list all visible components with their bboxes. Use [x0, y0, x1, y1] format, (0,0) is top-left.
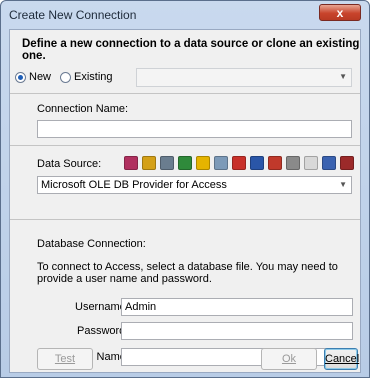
olap-icon[interactable]: [196, 156, 210, 170]
data-source-section: Data Source: Microsoft OLE DB Provider f…: [10, 146, 360, 220]
chevron-down-icon: ▼: [339, 72, 347, 81]
existing-radio[interactable]: [60, 72, 71, 83]
connection-name-section: Connection Name:: [10, 94, 360, 146]
data-source-selected: Microsoft OLE DB Provider for Access: [41, 179, 227, 191]
define-section: Define a new connection to a data source…: [10, 30, 360, 94]
ok-button-label: Ok: [281, 353, 297, 365]
close-button[interactable]: x: [319, 4, 361, 21]
existing-label[interactable]: Existing: [74, 71, 113, 83]
button-bar: Test Ok Cancel: [10, 348, 360, 374]
username-input[interactable]: Admin: [121, 298, 353, 316]
sybase-icon[interactable]: [268, 156, 282, 170]
database-connection-section: Database Connection: To connect to Acces…: [10, 220, 360, 366]
xls-icon[interactable]: [142, 156, 156, 170]
test-button[interactable]: Test: [37, 348, 93, 370]
data-source-label: Data Source:: [37, 158, 102, 170]
test-button-label: Test: [54, 353, 76, 365]
ok-button[interactable]: Ok: [261, 348, 317, 370]
new-radio[interactable]: [15, 72, 26, 83]
access-icon[interactable]: [124, 156, 138, 170]
username-value: Admin: [125, 301, 157, 313]
chevron-down-icon: ▼: [339, 180, 347, 189]
existing-connection-select[interactable]: ▼: [136, 68, 352, 87]
web-icon[interactable]: [340, 156, 354, 170]
cancel-button-label: Cancel: [325, 353, 360, 365]
xml-icon[interactable]: [322, 156, 336, 170]
dialog-body: Define a new connection to a data source…: [9, 29, 361, 373]
cancel-button[interactable]: Cancel: [324, 348, 360, 370]
text-file-icon[interactable]: [304, 156, 318, 170]
title-bar[interactable]: Create New Connection x: [1, 1, 369, 29]
odbc-icon[interactable]: [214, 156, 228, 170]
oracle-icon[interactable]: [232, 156, 246, 170]
window-title: Create New Connection: [9, 8, 137, 22]
define-heading: Define a new connection to a data source…: [22, 38, 360, 62]
database-connection-instructions: To connect to Access, select a database …: [37, 261, 338, 285]
database-connection-label: Database Connection:: [37, 238, 146, 250]
excel-icon[interactable]: [178, 156, 192, 170]
new-label[interactable]: New: [29, 71, 51, 83]
db2-icon[interactable]: [250, 156, 264, 170]
connection-name-input[interactable]: [37, 120, 352, 138]
data-source-select[interactable]: Microsoft OLE DB Provider for Access ▼: [37, 176, 352, 194]
sql-icon[interactable]: [286, 156, 300, 170]
password-input[interactable]: [121, 322, 353, 340]
db-icon[interactable]: [160, 156, 174, 170]
dialog-window: Create New Connection x Define a new con…: [0, 0, 370, 378]
connection-name-label: Connection Name:: [37, 103, 129, 115]
